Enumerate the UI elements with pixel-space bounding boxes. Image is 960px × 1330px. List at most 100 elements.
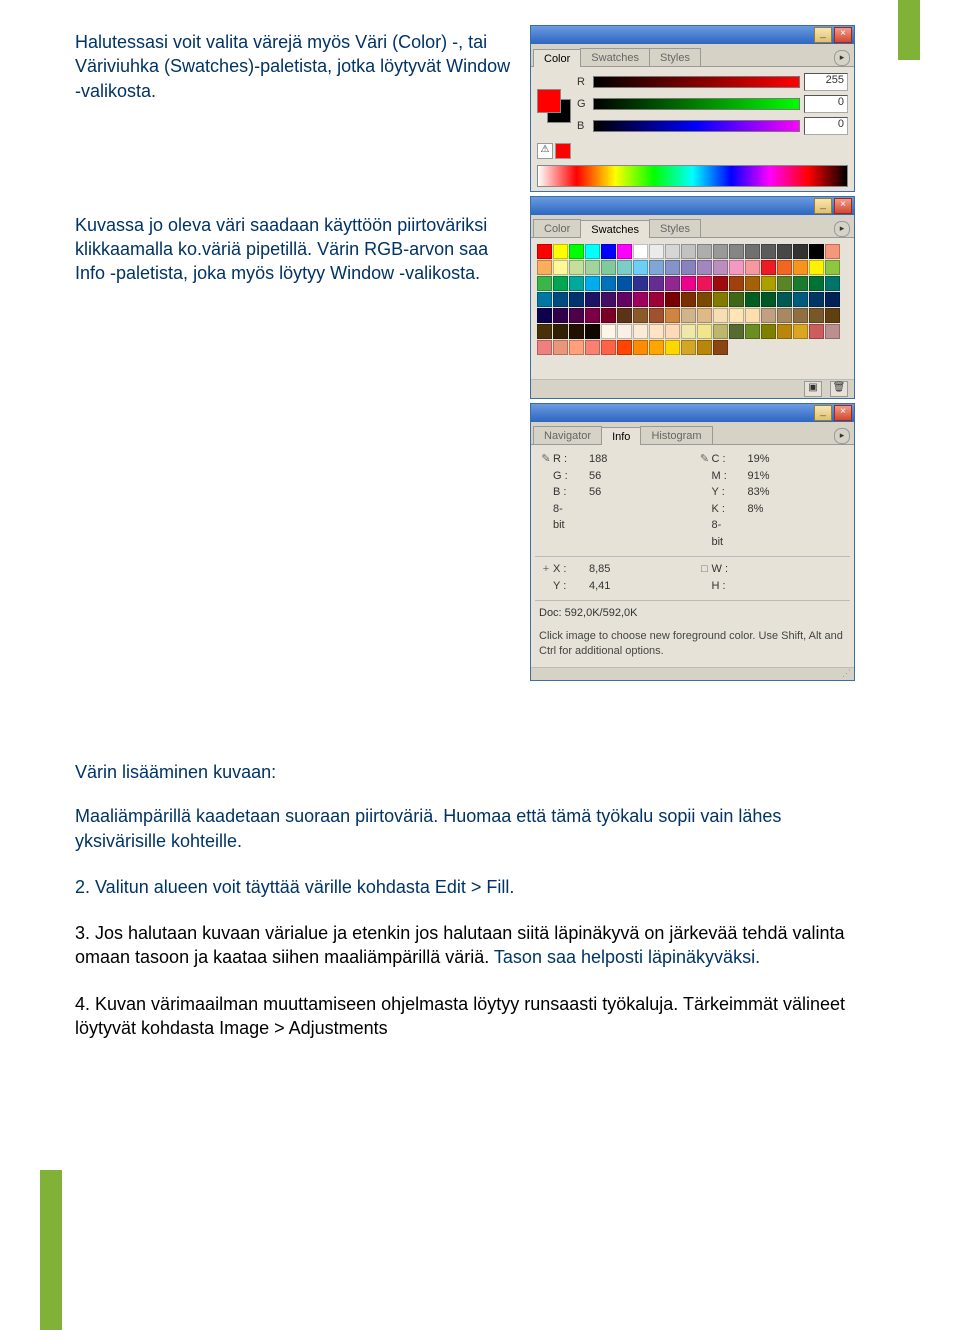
swatch[interactable] — [553, 308, 568, 323]
swatch[interactable] — [665, 260, 680, 275]
swatch[interactable] — [633, 260, 648, 275]
color-spectrum-bar[interactable] — [537, 165, 848, 187]
swatch[interactable] — [825, 244, 840, 259]
swatch[interactable] — [777, 324, 792, 339]
value-r[interactable]: 255 — [804, 73, 848, 91]
swatch[interactable] — [617, 340, 632, 355]
swatch[interactable] — [761, 260, 776, 275]
swatch[interactable] — [729, 292, 744, 307]
swatch[interactable] — [697, 308, 712, 323]
swatch[interactable] — [665, 292, 680, 307]
swatch[interactable] — [649, 324, 664, 339]
swatch[interactable] — [809, 324, 824, 339]
swatch[interactable] — [745, 244, 760, 259]
swatch[interactable] — [713, 340, 728, 355]
swatch[interactable] — [713, 292, 728, 307]
swatch[interactable] — [793, 276, 808, 291]
swatch[interactable] — [745, 260, 760, 275]
swatch[interactable] — [729, 244, 744, 259]
swatch[interactable] — [617, 324, 632, 339]
swatch[interactable] — [697, 260, 712, 275]
swatch[interactable] — [569, 340, 584, 355]
panel-menu-icon[interactable]: ▸ — [834, 221, 850, 237]
swatch[interactable] — [665, 276, 680, 291]
swatch[interactable] — [793, 308, 808, 323]
swatch[interactable] — [809, 292, 824, 307]
swatch[interactable] — [681, 260, 696, 275]
minimize-button[interactable]: _ — [814, 27, 832, 43]
swatch[interactable] — [777, 276, 792, 291]
swatch[interactable] — [585, 292, 600, 307]
swatch[interactable] — [761, 324, 776, 339]
swatch[interactable] — [569, 308, 584, 323]
swatch[interactable] — [681, 340, 696, 355]
swatch[interactable] — [585, 324, 600, 339]
swatch[interactable] — [713, 260, 728, 275]
swatch[interactable] — [761, 308, 776, 323]
swatch[interactable] — [681, 324, 696, 339]
swatch[interactable] — [681, 292, 696, 307]
swatch[interactable] — [761, 276, 776, 291]
tab-color[interactable]: Color — [533, 219, 581, 237]
swatch[interactable] — [745, 292, 760, 307]
swatch[interactable] — [633, 292, 648, 307]
close-button[interactable]: × — [834, 405, 852, 421]
swatch[interactable] — [601, 260, 616, 275]
swatch[interactable] — [633, 324, 648, 339]
swatch[interactable] — [665, 308, 680, 323]
swatch[interactable] — [761, 292, 776, 307]
swatch[interactable] — [793, 292, 808, 307]
swatch[interactable] — [601, 244, 616, 259]
fg-bg-swatch[interactable] — [537, 89, 571, 123]
swatch[interactable] — [697, 276, 712, 291]
value-b[interactable]: 0 — [804, 117, 848, 135]
swatch[interactable] — [537, 292, 552, 307]
swatches-panel-titlebar[interactable]: _ × — [531, 197, 854, 215]
minimize-button[interactable]: _ — [814, 198, 832, 214]
swatch[interactable] — [809, 276, 824, 291]
color-panel-titlebar[interactable]: _ × — [531, 26, 854, 44]
swatch[interactable] — [617, 276, 632, 291]
slider-b[interactable] — [593, 120, 800, 132]
delete-swatch-button[interactable]: 🗑 — [830, 381, 848, 397]
swatch[interactable] — [681, 276, 696, 291]
swatch[interactable] — [633, 244, 648, 259]
swatch[interactable] — [537, 244, 552, 259]
tab-styles[interactable]: Styles — [649, 219, 701, 237]
swatch[interactable] — [729, 260, 744, 275]
panel-menu-icon[interactable]: ▸ — [834, 50, 850, 66]
minimize-button[interactable]: _ — [814, 405, 832, 421]
swatch[interactable] — [617, 244, 632, 259]
swatch[interactable] — [777, 260, 792, 275]
swatch[interactable] — [697, 324, 712, 339]
swatch[interactable] — [697, 292, 712, 307]
swatch[interactable] — [585, 276, 600, 291]
tab-info[interactable]: Info — [601, 427, 641, 445]
swatch[interactable] — [617, 308, 632, 323]
swatch[interactable] — [633, 340, 648, 355]
swatch[interactable] — [585, 244, 600, 259]
swatch[interactable] — [713, 308, 728, 323]
swatch[interactable] — [825, 260, 840, 275]
swatch[interactable] — [633, 308, 648, 323]
closest-color-swatch[interactable] — [555, 143, 571, 159]
swatch[interactable] — [601, 324, 616, 339]
swatch[interactable] — [825, 276, 840, 291]
swatch[interactable] — [601, 340, 616, 355]
swatch[interactable] — [633, 276, 648, 291]
swatch[interactable] — [825, 308, 840, 323]
swatch[interactable] — [537, 276, 552, 291]
resize-grip[interactable]: ⋰ — [531, 667, 854, 680]
swatch[interactable] — [713, 276, 728, 291]
swatch[interactable] — [585, 260, 600, 275]
swatch[interactable] — [601, 308, 616, 323]
tab-swatches[interactable]: Swatches — [580, 48, 650, 66]
tab-navigator[interactable]: Navigator — [533, 426, 602, 444]
swatch[interactable] — [713, 324, 728, 339]
swatch[interactable] — [553, 244, 568, 259]
swatch[interactable] — [809, 308, 824, 323]
swatch[interactable] — [537, 308, 552, 323]
new-swatch-button[interactable]: ▣ — [804, 381, 822, 397]
info-panel-titlebar[interactable]: _ × — [531, 404, 854, 422]
swatch[interactable] — [665, 340, 680, 355]
